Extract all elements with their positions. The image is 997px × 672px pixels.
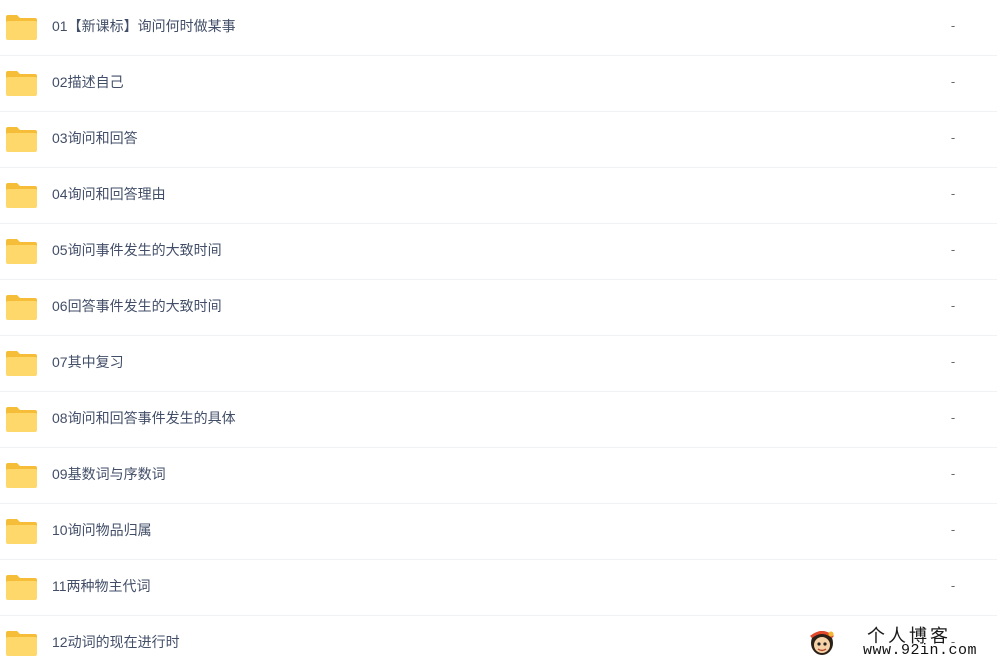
folder-icon[interactable] [5, 461, 38, 489]
file-row[interactable]: 04询问和回答理由 - [0, 168, 997, 224]
file-row[interactable]: 03询问和回答 - [0, 112, 997, 168]
file-name[interactable]: 08询问和回答事件发生的具体 [52, 392, 236, 444]
folder-icon[interactable] [5, 237, 38, 265]
file-size: - [950, 522, 956, 537]
file-row[interactable]: 05询问事件发生的大致时间 - [0, 224, 997, 280]
file-name[interactable]: 10询问物品归属 [52, 504, 152, 556]
folder-icon[interactable] [5, 125, 38, 153]
folder-icon[interactable] [5, 573, 38, 601]
file-row[interactable]: 10询问物品归属 - [0, 504, 997, 560]
file-name[interactable]: 01【新课标】询问何时做某事 [52, 0, 236, 52]
file-list: 01【新课标】询问何时做某事 - 02描述自己 - 03询问和回答 - 04询问和回答理由 -… [0, 0, 997, 672]
file-name[interactable]: 05询问事件发生的大致时间 [52, 224, 222, 276]
watermark-url: www.92in.com [863, 642, 978, 659]
file-name[interactable]: 04询问和回答理由 [52, 168, 166, 220]
folder-icon[interactable] [5, 13, 38, 41]
file-row[interactable]: 09基数词与序数词 - [0, 448, 997, 504]
file-size: - [950, 242, 956, 257]
file-size: - [950, 298, 956, 313]
file-size: - [950, 410, 956, 425]
file-name[interactable]: 11两种物主代词 [52, 560, 151, 612]
watermark: 个人博客 www.92in.com [805, 621, 997, 663]
file-name[interactable]: 09基数词与序数词 [52, 448, 166, 500]
folder-icon[interactable] [5, 181, 38, 209]
file-row[interactable]: 07其中复习 - [0, 336, 997, 392]
file-row[interactable]: 08询问和回答事件发生的具体 - [0, 392, 997, 448]
file-size: - [950, 18, 956, 33]
file-name[interactable]: 12动词的现在进行时 [52, 616, 180, 668]
file-row[interactable]: 01【新课标】询问何时做某事 - [0, 0, 997, 56]
file-size: - [950, 186, 956, 201]
file-size: - [950, 74, 956, 89]
folder-icon[interactable] [5, 405, 38, 433]
file-name[interactable]: 06回答事件发生的大致时间 [52, 280, 222, 332]
file-row[interactable]: 06回答事件发生的大致时间 - [0, 280, 997, 336]
folder-icon[interactable] [5, 517, 38, 545]
folder-icon[interactable] [5, 349, 38, 377]
file-name[interactable]: 03询问和回答 [52, 112, 138, 164]
file-row[interactable]: 02描述自己 - [0, 56, 997, 112]
file-name[interactable]: 02描述自己 [52, 56, 124, 108]
folder-icon[interactable] [5, 629, 38, 657]
file-size: - [950, 354, 956, 369]
folder-icon[interactable] [5, 293, 38, 321]
file-name[interactable]: 07其中复习 [52, 336, 124, 388]
file-size: - [950, 578, 956, 593]
file-size: - [950, 130, 956, 145]
file-row[interactable]: 11两种物主代词 - [0, 560, 997, 616]
file-size: - [950, 466, 956, 481]
folder-icon[interactable] [5, 69, 38, 97]
cartoon-avatar-icon [807, 626, 837, 658]
